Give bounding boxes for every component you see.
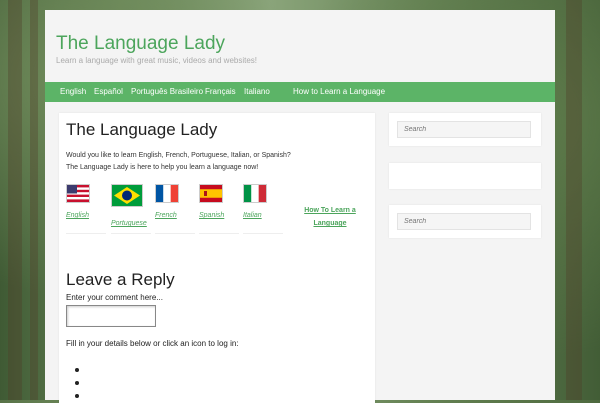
- background-tree-trunk: [566, 0, 582, 400]
- comment-textarea[interactable]: [66, 305, 156, 327]
- nav-item-how-to-learn[interactable]: How to Learn a Language: [293, 82, 385, 102]
- how-to-learn-link[interactable]: How To Learn a Language: [299, 204, 361, 230]
- language-link-spanish[interactable]: Spanish: [199, 183, 239, 234]
- language-label[interactable]: French: [155, 212, 177, 219]
- background-tree-trunk: [8, 0, 22, 400]
- reply-heading: Leave a Reply: [66, 270, 175, 289]
- site-tagline: Learn a language with great music, video…: [56, 56, 258, 65]
- language-label[interactable]: Spanish: [199, 212, 224, 219]
- search-widget: [389, 205, 541, 238]
- language-label[interactable]: Portuguese: [111, 220, 147, 227]
- intro-text-line-1: Would you like to learn English, French,…: [66, 152, 291, 159]
- language-label[interactable]: Italian: [243, 212, 262, 219]
- nav-item-francais[interactable]: Français: [205, 82, 236, 102]
- site-title[interactable]: The Language Lady: [56, 33, 225, 55]
- main-content: The Language Lady Would you like to lear…: [59, 113, 375, 403]
- search-input[interactable]: [397, 121, 531, 138]
- site-container: The Language Lady Learn a language with …: [45, 10, 555, 403]
- language-link-english[interactable]: English: [66, 183, 106, 234]
- main-navigation: English Español Português Brasileiro Fra…: [45, 82, 555, 102]
- language-link-french[interactable]: French: [155, 183, 195, 234]
- nav-item-espanol[interactable]: Español: [94, 82, 123, 102]
- login-option-bullet: [75, 394, 79, 398]
- nav-item-english[interactable]: English: [60, 82, 86, 102]
- france-flag-icon: [155, 184, 179, 203]
- comment-label: Enter your comment here...: [66, 293, 163, 302]
- page-title: The Language Lady: [66, 120, 218, 139]
- language-link-portuguese[interactable]: Portuguese: [111, 183, 151, 234]
- search-input[interactable]: [397, 213, 531, 230]
- login-option-bullet: [75, 368, 79, 372]
- language-label[interactable]: English: [66, 212, 89, 219]
- search-widget: [389, 113, 541, 146]
- background-tree-trunk: [30, 0, 38, 400]
- nav-item-portugues-brasileiro[interactable]: Português Brasileiro: [131, 82, 203, 102]
- brazil-flag-icon: [111, 184, 143, 207]
- intro-text-line-2: The Language Lady is here to help you le…: [66, 164, 259, 171]
- login-option-bullet: [75, 381, 79, 385]
- nav-item-italiano[interactable]: Italiano: [244, 82, 270, 102]
- site-header: The Language Lady Learn a language with …: [45, 10, 555, 82]
- language-link-italian[interactable]: Italian: [243, 183, 283, 234]
- us-flag-icon: [66, 184, 90, 203]
- login-instructions: Fill in your details below or click an i…: [66, 339, 239, 348]
- italy-flag-icon: [243, 184, 267, 203]
- spain-flag-icon: [199, 184, 223, 203]
- empty-widget: [389, 163, 541, 189]
